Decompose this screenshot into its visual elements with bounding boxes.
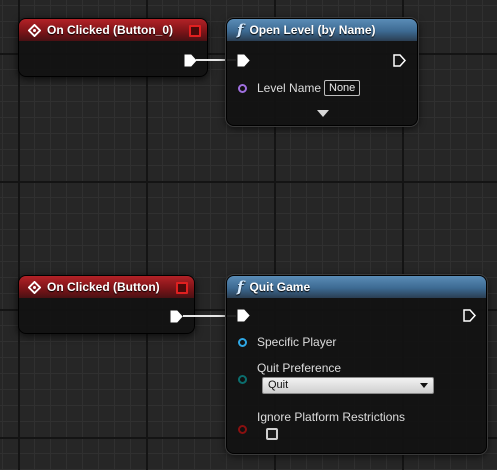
event-diamond-icon	[28, 23, 41, 37]
exec-output-pin[interactable]	[463, 309, 476, 322]
exec-input-pin[interactable]	[237, 309, 250, 322]
function-node-header[interactable]: f Open Level (by Name)	[227, 19, 417, 41]
function-icon: f	[237, 20, 244, 39]
delegate-pin[interactable]	[189, 25, 201, 37]
node-title: On Clicked (Button)	[47, 280, 160, 294]
function-icon: f	[237, 277, 244, 296]
ignore-platform-label: Ignore Platform Restrictions	[257, 410, 406, 424]
exec-output-pin[interactable]	[393, 54, 406, 67]
specific-player-label: Specific Player	[257, 335, 337, 349]
expand-advanced-arrow-icon[interactable]	[317, 110, 329, 117]
quit-preference-pin[interactable]	[238, 375, 247, 384]
ignore-platform-pin[interactable]	[238, 425, 247, 434]
chevron-down-icon	[420, 383, 428, 388]
function-node-header[interactable]: f Quit Game	[227, 276, 486, 298]
node-title: Open Level (by Name)	[249, 23, 376, 37]
level-name-pin[interactable]	[238, 84, 247, 93]
event-node-header[interactable]: On Clicked (Button_0)	[19, 19, 207, 41]
event-node-header[interactable]: On Clicked (Button)	[19, 276, 194, 298]
node-title: On Clicked (Button_0)	[47, 23, 174, 37]
event-node-on-clicked-button-0[interactable]: On Clicked (Button_0)	[18, 18, 208, 77]
delegate-pin[interactable]	[176, 282, 188, 294]
quit-preference-value: Quit	[268, 379, 289, 391]
quit-preference-label: Quit Preference	[257, 361, 342, 375]
function-node-quit-game[interactable]: f Quit Game Specific Player Quit Prefere…	[226, 275, 487, 454]
ignore-platform-checkbox[interactable]	[266, 428, 278, 440]
exec-output-pin[interactable]	[170, 310, 183, 323]
level-name-label: Level Name	[257, 81, 322, 95]
specific-player-pin[interactable]	[238, 338, 247, 347]
node-title: Quit Game	[249, 280, 311, 294]
event-node-on-clicked-button[interactable]: On Clicked (Button)	[18, 275, 195, 334]
function-node-open-level[interactable]: f Open Level (by Name) Level Name None	[226, 18, 418, 126]
quit-preference-dropdown[interactable]: Quit	[262, 377, 434, 394]
event-diamond-icon	[28, 280, 41, 294]
level-name-input[interactable]: None	[324, 80, 361, 96]
exec-input-pin[interactable]	[237, 54, 250, 67]
